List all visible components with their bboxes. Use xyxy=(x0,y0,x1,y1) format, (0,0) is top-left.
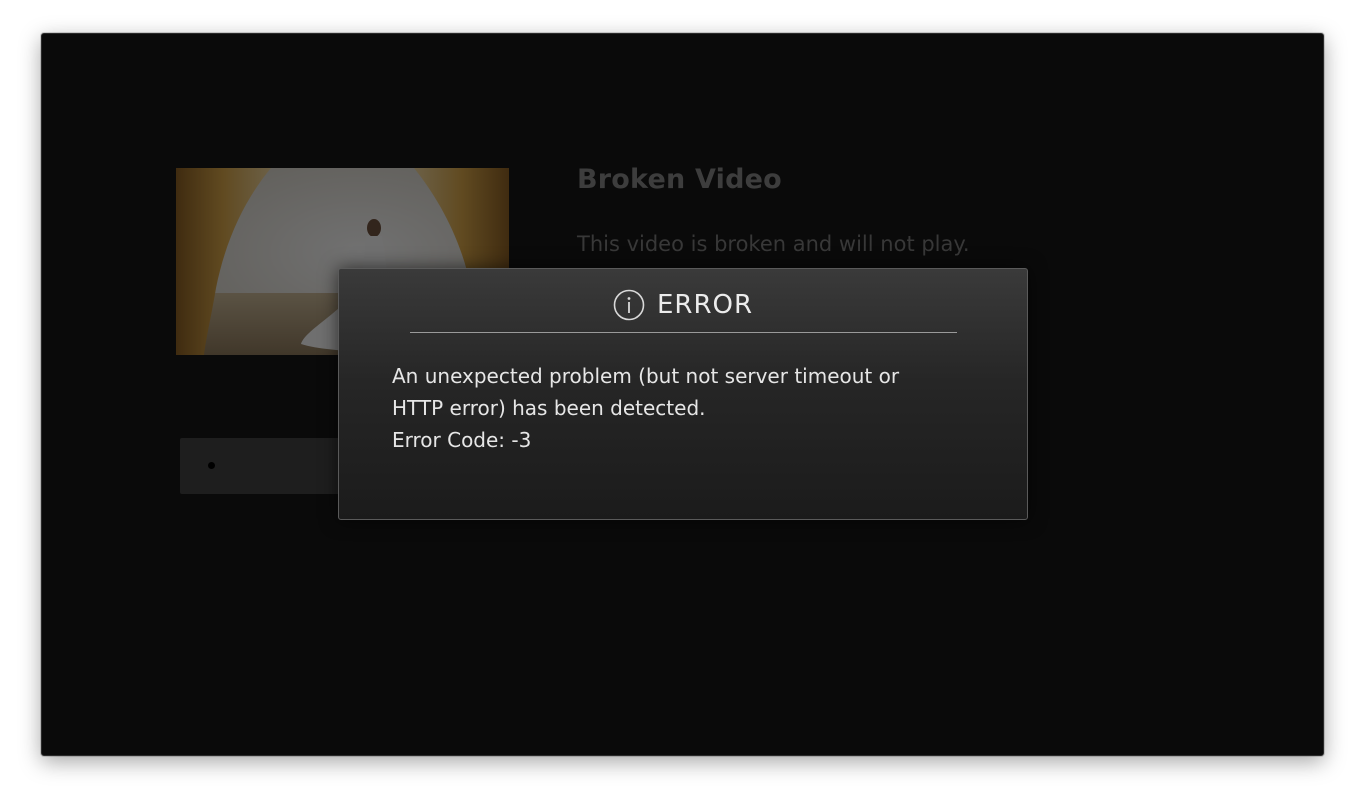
message-line-2: HTTP error) has been detected. xyxy=(392,396,706,420)
video-title: Broken Video xyxy=(577,164,782,195)
focus-dot-icon xyxy=(208,462,215,469)
app-window: Broken Video This video is broken and wi… xyxy=(41,33,1324,756)
dialog-title: ERROR xyxy=(656,290,754,320)
error-code: Error Code: -3 xyxy=(392,428,532,452)
video-description: This video is broken and will not play. xyxy=(577,232,970,256)
dialog-header: ERROR xyxy=(339,289,1027,329)
dialog-message: An unexpected problem (but not server ti… xyxy=(392,360,992,456)
message-line-1: An unexpected problem (but not server ti… xyxy=(392,364,900,388)
dialog-divider xyxy=(410,332,957,333)
info-icon xyxy=(613,289,645,321)
error-dialog: ERROR An unexpected problem (but not ser… xyxy=(338,268,1028,520)
